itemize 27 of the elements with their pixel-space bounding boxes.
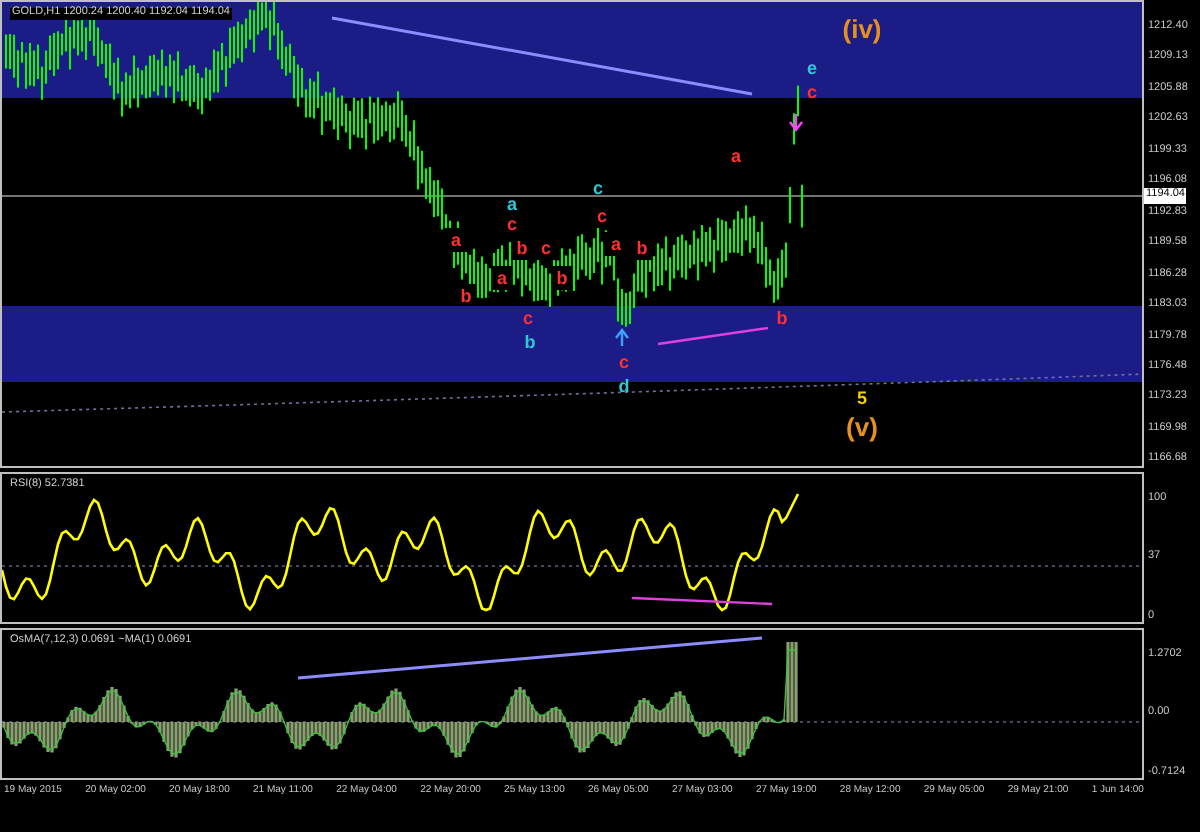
wave-label: a [507, 194, 517, 214]
wave-label: b [636, 238, 648, 258]
wave-label: e [807, 58, 817, 78]
trend-line [657, 326, 769, 346]
wave-label: (v) [846, 412, 878, 442]
wave-label: a [731, 146, 741, 166]
arrow-down-icon [788, 112, 804, 132]
wave-label: b [516, 238, 528, 258]
wave-label: c [541, 238, 551, 258]
wave-label: a [611, 234, 621, 254]
wave-label: d [618, 376, 630, 396]
trend-line [631, 596, 773, 606]
wave-label: (iv) [842, 14, 882, 44]
wave-label: c [507, 214, 517, 234]
wave-label: b [556, 268, 568, 288]
wave-label: c [619, 352, 629, 372]
wave-label: c [593, 178, 603, 198]
wave-label: b [524, 332, 536, 352]
wave-label: b [460, 286, 472, 306]
arrow-up-icon [614, 328, 630, 348]
wave-label: 5 [857, 388, 867, 408]
wave-label: c [523, 308, 533, 328]
wave-label: c [807, 82, 817, 102]
wave-label: a [497, 268, 507, 288]
wave-label: b [776, 308, 788, 328]
wave-label: a [451, 230, 461, 250]
wave-label: c [597, 206, 607, 226]
